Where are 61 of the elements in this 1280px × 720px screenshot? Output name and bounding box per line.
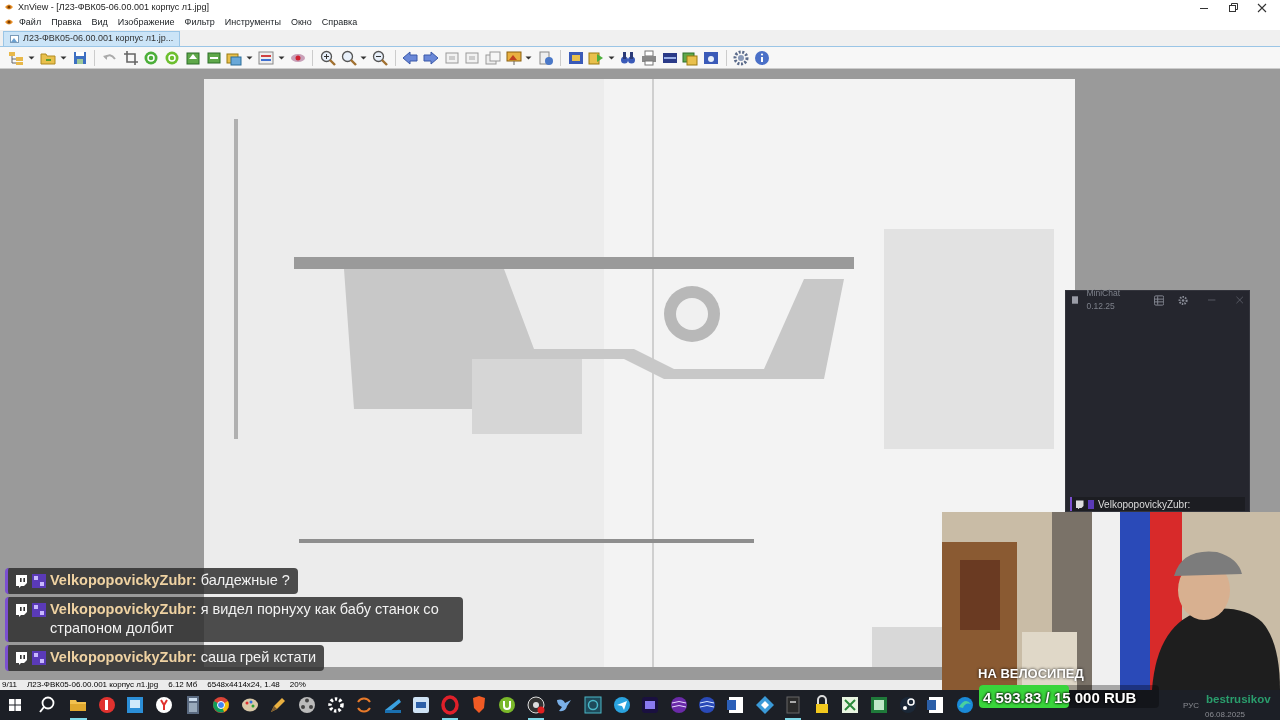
zoom-out-icon[interactable] [372,49,389,66]
slideshow-icon[interactable] [506,49,522,66]
status-text: Л23-ФВК05-06.00.001 корпус л1.jpg [27,680,159,690]
caret-icon[interactable] [607,54,615,61]
crop-icon[interactable] [122,49,139,66]
badge-icon [32,603,46,617]
menu-item[interactable]: Окно [285,15,317,30]
clock-date: 06.08.2025 [1205,709,1246,720]
caret-icon[interactable] [245,54,253,61]
app-icon[interactable] [4,18,14,27]
badge-icon [1088,499,1094,509]
window-title: MiniChat 0.12.25 [1086,287,1121,313]
app-icon [4,3,14,12]
menu-item[interactable]: Вид [86,15,113,30]
zoom-icon[interactable] [340,49,357,66]
status-text: 9/11 [2,680,17,690]
menu-item[interactable]: Справка [316,15,363,30]
menu-item[interactable]: Фильтр [179,15,220,30]
color-bars-icon[interactable] [258,49,275,66]
image-tab[interactable]: Л23-ФВК05-06.00.001 корпус л1.jp... [3,31,181,46]
print-icon[interactable] [640,49,657,66]
caret-icon[interactable] [59,54,67,61]
binoculars-icon[interactable] [620,49,637,66]
caret-icon[interactable] [525,54,533,61]
caret-icon[interactable] [27,54,35,61]
status-text: 20% [289,680,306,690]
caret-icon[interactable] [359,54,367,61]
caret-icon[interactable] [277,54,285,61]
fit-screen-icon[interactable] [567,49,584,66]
disc-icon[interactable] [524,694,547,716]
restore-icon[interactable] [1228,2,1238,13]
badge-icon [32,574,46,588]
square-app-icon[interactable] [582,694,604,716]
gallery-icon[interactable] [682,49,699,66]
ring-icon[interactable] [439,694,461,716]
list-icon[interactable] [1153,294,1165,306]
zoom-in-icon[interactable] [319,49,336,66]
menu-item[interactable]: Файл [14,15,47,30]
badge-icon [32,651,46,665]
forward-icon[interactable] [422,49,439,66]
document-info-icon[interactable] [537,49,554,66]
menu-item[interactable]: Изображение [112,15,180,30]
menu-item[interactable]: Инструменты [219,15,286,30]
status-text: 6548x4414x24, 1.48 [207,680,280,690]
rotate-left-icon[interactable] [143,49,160,66]
status-text: 6.12 Мб [168,680,198,690]
menu-item[interactable]: Правка [46,15,87,30]
info-icon[interactable] [753,49,770,66]
camera-icon[interactable] [703,49,720,66]
chat-bubble-icon [14,574,28,588]
back-icon[interactable] [402,49,419,66]
window-title: XnView - [Л23-ФВК05-06.00.001 корпус л1.jpg] [18,0,209,14]
close-icon[interactable] [1257,2,1267,13]
save-icon[interactable] [71,49,88,66]
chat-bubble-icon [14,603,28,617]
chat-bubble-icon [14,651,28,665]
channel-name: bestrusikov [1206,692,1271,707]
image-icon [10,35,19,43]
chat-username: VelkopopovickyZubr: [1098,497,1191,512]
chat-bubble-icon [1075,499,1084,509]
language-indicator[interactable]: РУС [1183,700,1200,712]
